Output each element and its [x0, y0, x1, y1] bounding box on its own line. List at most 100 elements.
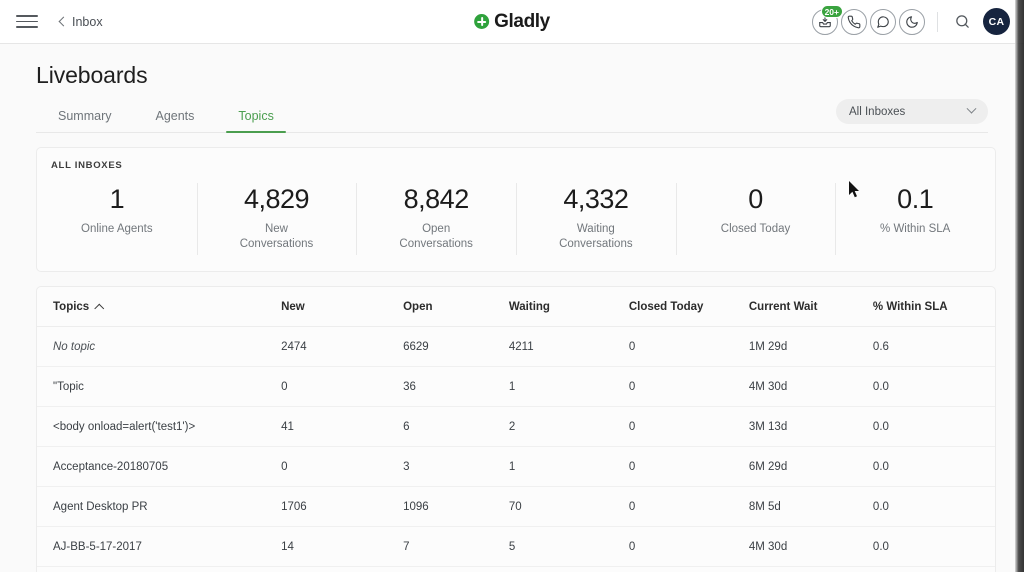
page-title: Liveboards	[36, 62, 148, 88]
cell-topic: AJ-BB-5-17-2017	[37, 526, 282, 567]
chevron-left-icon	[58, 16, 69, 27]
hamburger-line	[16, 26, 38, 28]
cell-within-sla: 0.0	[872, 446, 995, 487]
cell-new: 41	[281, 406, 404, 447]
back-to-inbox-link[interactable]: Inbox	[58, 15, 103, 29]
cell-new: 1706	[281, 486, 404, 527]
cell-current-wait: 1M 29d	[748, 326, 873, 367]
column-header-new[interactable]: New	[281, 286, 404, 327]
cell-topic: No topic	[37, 326, 282, 367]
table-row[interactable]: AJ-BB-5-17-2017 14 7 5 0 4M 30d 0.0	[37, 526, 995, 567]
stat-value: 4,829	[243, 184, 310, 214]
tab-agents[interactable]: Agents	[133, 109, 216, 133]
search-icon	[955, 15, 969, 28]
cell-open: 3	[403, 446, 509, 487]
moon-icon	[906, 15, 918, 28]
tab-list: Summary Agents Topics	[36, 109, 296, 133]
cell-new: 0	[281, 366, 404, 407]
cell-open: 1096	[403, 486, 509, 527]
user-avatar[interactable]: CA	[983, 8, 1010, 35]
table-row[interactable]: <body onload=alert('test1')> 41 6 2 0 3M…	[37, 406, 995, 447]
stat-label: New Conversations	[239, 222, 314, 251]
brand-name: Gladly	[494, 10, 550, 32]
table-row[interactable]: "Topic 0 36 1 0 4M 30d 0.0	[37, 366, 995, 407]
cell-new: 2474	[281, 326, 404, 367]
stat-label: Waiting Conversations	[559, 222, 633, 251]
cell-open: 7	[403, 526, 509, 567]
cell-within-sla: 0.0	[872, 566, 995, 572]
column-header-within-sla[interactable]: % Within SLA	[872, 286, 995, 327]
cell-waiting: 2	[508, 406, 629, 447]
topics-table-body: No topic 2474 6629 4211 0 1M 29d 0.6 "To…	[37, 326, 995, 572]
stat-online-agents: 1 Online Agents	[37, 181, 197, 257]
cell-closed-today: 0	[628, 406, 749, 447]
column-header-topics[interactable]: Topics	[37, 286, 282, 327]
cell-current-wait: 8M 5d	[748, 486, 873, 527]
phone-icon-button[interactable]	[841, 8, 867, 35]
away-status-button[interactable]	[899, 8, 925, 35]
brand-logo: Gladly	[474, 11, 550, 33]
cell-closed-today: 0	[628, 566, 749, 572]
cell-waiting: 5	[508, 526, 629, 567]
stat-value: 0.1	[897, 184, 934, 214]
cell-waiting: 0	[508, 566, 629, 572]
cell-open: 6629	[403, 326, 509, 367]
cell-topic: <body onload=alert('test1')>	[37, 406, 282, 447]
column-header-current-wait[interactable]: Current Wait	[748, 286, 873, 327]
table-row[interactable]: Agent Desktop PR 1706 1096 70 0 8M 5d 0.…	[37, 486, 995, 527]
stat-open-conversations: 8,842 Open Conversations	[356, 181, 516, 257]
stat-value: 8,842	[403, 184, 470, 214]
app-root: Inbox Gladly 20+ CA Liveboards Summary A…	[0, 0, 1024, 572]
cell-current-wait: 1M 29d	[748, 566, 873, 572]
column-header-waiting[interactable]: Waiting	[508, 286, 629, 327]
cell-current-wait: 6M 29d	[748, 446, 873, 487]
cell-within-sla: 0.0	[872, 366, 995, 407]
table-row[interactable]: No topic 2474 6629 4211 0 1M 29d 0.6	[37, 326, 995, 367]
table-row[interactable]: Acceptance-20180705 0 3 1 0 6M 29d 0.0	[37, 446, 995, 487]
stat-label: % Within SLA	[880, 222, 951, 235]
chevron-down-icon	[966, 103, 977, 114]
column-header-closed-today[interactable]: Closed Today	[628, 286, 749, 327]
inbox-filter-value: All Inboxes	[849, 105, 906, 118]
cell-topic: "Topic	[37, 366, 282, 407]
cell-new: 14	[281, 526, 404, 567]
stat-waiting-conversations: 4,332 Waiting Conversations	[516, 181, 676, 257]
stat-label: Online Agents	[81, 222, 153, 235]
cell-open: 6	[403, 406, 509, 447]
column-header-label: Topics	[53, 300, 90, 313]
cell-closed-today: 0	[628, 366, 749, 407]
stat-value: 4,332	[563, 184, 629, 214]
tab-bar: Summary Agents Topics All Inboxes	[36, 99, 988, 133]
cell-topic: asdasd	[37, 566, 282, 572]
stat-value: 1	[109, 184, 125, 214]
table-row[interactable]: asdasd 1 1 0 0 1M 29d 0.0	[37, 566, 995, 572]
cell-closed-today: 0	[628, 486, 749, 527]
column-header-open[interactable]: Open	[403, 286, 509, 327]
tab-topics[interactable]: Topics	[216, 109, 295, 133]
cell-new: 0	[281, 446, 404, 487]
cell-waiting: 4211	[508, 326, 629, 367]
inbox-icon-button[interactable]: 20+	[812, 4, 843, 35]
cell-topic: Agent Desktop PR	[37, 486, 282, 527]
cell-open: 36	[403, 366, 509, 407]
hamburger-line	[16, 20, 38, 23]
cell-current-wait: 4M 30d	[748, 526, 873, 567]
cell-current-wait: 4M 30d	[748, 366, 873, 407]
all-inboxes-summary-card: ALL INBOXES 1 Online Agents 4,829 New Co…	[36, 147, 996, 272]
tab-summary[interactable]: Summary	[36, 109, 133, 133]
stat-label: Closed Today	[720, 222, 791, 235]
cell-within-sla: 0.0	[872, 486, 995, 527]
hamburger-menu-icon[interactable]	[14, 11, 40, 33]
inbox-filter-dropdown[interactable]: All Inboxes	[836, 99, 988, 124]
topics-table: Topics New Open Waiting Closed Today Cur…	[37, 286, 995, 572]
hamburger-line	[16, 15, 38, 17]
cell-within-sla: 0.6	[872, 326, 995, 367]
summary-card-title: ALL INBOXES	[51, 160, 123, 171]
topics-table-card: Topics New Open Waiting Closed Today Cur…	[36, 285, 996, 572]
cell-waiting: 1	[508, 366, 629, 407]
cell-within-sla: 0.0	[872, 406, 995, 447]
search-button[interactable]	[950, 10, 974, 34]
chat-icon-button[interactable]	[870, 8, 896, 35]
cell-topic: Acceptance-20180705	[37, 446, 282, 487]
cell-waiting: 70	[508, 486, 629, 527]
